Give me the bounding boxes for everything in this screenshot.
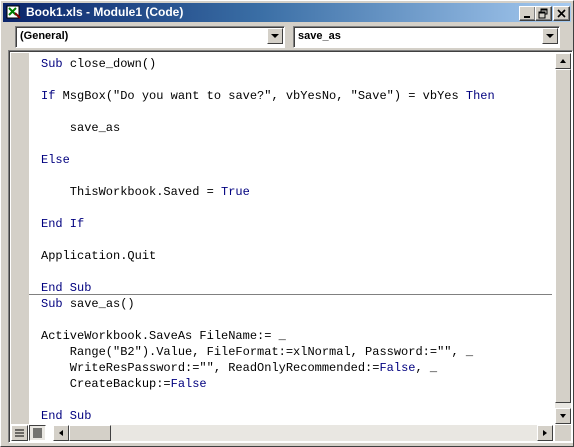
code-line[interactable]: Sub save_as() xyxy=(41,296,135,312)
code-line[interactable]: Range("B2").Value, FileFormat:=xlNormal,… xyxy=(41,344,473,360)
window-title: Book1.xls - Module1 (Code) xyxy=(26,5,184,19)
code-editor-frame: Sub close_down() If MsgBox("Do you want t… xyxy=(8,50,573,443)
code-keyword: False xyxy=(379,361,416,375)
object-combo-value: (General) xyxy=(20,30,69,42)
chevron-down-icon xyxy=(271,34,279,38)
object-combo-dropdown-button[interactable] xyxy=(267,28,283,44)
chevron-down-icon xyxy=(546,34,554,38)
code-text: ActiveWorkbook.SaveAs FileName:= _ xyxy=(41,329,286,343)
code-text: , _ xyxy=(415,361,438,375)
restore-icon xyxy=(538,8,548,19)
arrow-right-icon xyxy=(543,430,547,436)
object-combo[interactable]: (General) xyxy=(15,26,285,48)
code-pane[interactable]: Sub close_down() If MsgBox("Do you want t… xyxy=(29,53,552,424)
margin-indicator-bar[interactable] xyxy=(11,53,29,424)
code-line[interactable]: End Sub xyxy=(41,408,91,424)
procedure-combo-dropdown-button[interactable] xyxy=(542,28,558,44)
code-keyword: Sub xyxy=(41,297,70,311)
vertical-scrollbar[interactable] xyxy=(555,53,571,424)
code-text: save_as() xyxy=(69,297,135,311)
code-keyword: End If xyxy=(41,217,85,231)
procedure-view-icon xyxy=(15,429,24,437)
code-text: CreateBackup:= xyxy=(41,377,171,391)
code-text: WriteResPassword:="", ReadOnlyRecommende… xyxy=(41,361,380,375)
code-text: Application.Quit xyxy=(41,249,157,263)
full-module-view-icon xyxy=(33,428,42,438)
code-text: MsgBox("Do you want to save?", vbYesNo, … xyxy=(62,89,466,103)
code-line[interactable]: Application.Quit xyxy=(41,248,156,264)
code-keyword: Else xyxy=(41,153,70,167)
arrow-down-icon xyxy=(560,414,566,418)
code-text: ThisWorkbook.Saved = xyxy=(41,185,222,199)
vbe-code-window: Book1.xls - Module1 (Code) (General) sav… xyxy=(0,0,574,447)
code-keyword: End Sub xyxy=(41,281,92,295)
code-text: close_down() xyxy=(69,57,157,71)
code-keyword: Then xyxy=(465,89,495,103)
scroll-down-button[interactable] xyxy=(555,408,571,424)
arrow-left-icon xyxy=(59,430,63,436)
code-line[interactable]: CreateBackup:=False xyxy=(41,376,207,392)
scroll-up-button[interactable] xyxy=(555,53,571,69)
code-text: save_as xyxy=(41,121,121,135)
scroll-right-button[interactable] xyxy=(537,425,553,441)
arrow-up-icon xyxy=(560,59,566,63)
code-keyword: True xyxy=(221,185,250,199)
scroll-left-button[interactable] xyxy=(53,425,69,441)
code-keyword: Sub xyxy=(41,57,70,71)
vba-module-icon xyxy=(6,4,22,20)
code-keyword: If xyxy=(41,89,63,103)
procedure-view-button[interactable] xyxy=(11,425,28,441)
procedure-separator xyxy=(29,294,552,295)
code-line[interactable]: save_as xyxy=(41,120,120,136)
scrollbar-corner xyxy=(555,425,571,441)
procedure-combo-value: save_as xyxy=(298,30,341,42)
procedure-combo[interactable]: save_as xyxy=(293,26,560,48)
code-line[interactable]: If MsgBox("Do you want to save?", vbYesN… xyxy=(41,88,495,104)
full-module-view-button[interactable] xyxy=(29,425,46,441)
code-line[interactable]: WriteResPassword:="", ReadOnlyRecommende… xyxy=(41,360,437,376)
code-keyword: End Sub xyxy=(41,409,92,423)
close-button[interactable] xyxy=(553,6,570,21)
code-line[interactable]: ThisWorkbook.Saved = True xyxy=(41,184,250,200)
code-line[interactable]: Else xyxy=(41,152,70,168)
restore-button[interactable] xyxy=(535,6,552,21)
minimize-icon xyxy=(524,16,530,18)
code-line[interactable]: End Sub xyxy=(41,280,91,296)
vertical-scroll-thumb[interactable] xyxy=(555,69,571,403)
code-keyword: False xyxy=(170,377,207,391)
code-line[interactable]: Sub close_down() xyxy=(41,56,156,72)
horizontal-scroll-thumb[interactable] xyxy=(69,425,111,441)
horizontal-scrollbar[interactable] xyxy=(53,425,553,441)
title-bar[interactable]: Book1.xls - Module1 (Code) xyxy=(3,3,571,22)
close-icon xyxy=(557,9,566,18)
minimize-button[interactable] xyxy=(519,6,536,21)
code-text: Range("B2").Value, FileFormat:=xlNormal,… xyxy=(41,345,474,359)
code-line[interactable]: ActiveWorkbook.SaveAs FileName:= _ xyxy=(41,328,286,344)
code-line[interactable]: End If xyxy=(41,216,84,232)
